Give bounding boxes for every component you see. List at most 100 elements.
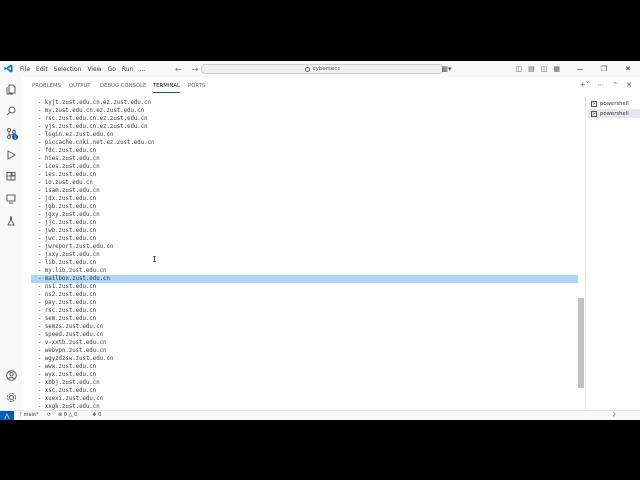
tab-problems[interactable]: PROBLEMS — [32, 83, 61, 89]
close-panel-icon[interactable]: ✕ — [626, 81, 632, 89]
terminal-line: - speed.zust.edu.cn — [38, 332, 104, 338]
back-arrow-icon[interactable]: ← — [175, 65, 182, 74]
run-debug-icon[interactable] — [5, 149, 17, 161]
terminal-line: - isam.zust.edu.cn — [38, 188, 100, 194]
toggle-secondary-sidebar-icon[interactable]: ◫ — [541, 65, 548, 73]
account-icon[interactable] — [5, 369, 17, 381]
toggle-panel-icon[interactable]: ▤ — [528, 65, 535, 73]
powershell-icon: > — [591, 100, 597, 107]
branch-icon: ᛉ — [19, 412, 23, 418]
terminal-line: - wgyzdzsw.zust.edu.cn — [38, 356, 114, 362]
testing-icon[interactable] — [5, 215, 17, 227]
terminal-line: - piccache.cnki.net.ez.zust.edu.cn — [38, 140, 155, 146]
forward-arrow-icon[interactable]: → — [192, 65, 199, 74]
vscode-window: File Edit Selection View Go Run … ← → cybersec… — [0, 61, 640, 420]
error-icon: ⊗ — [58, 412, 63, 418]
activity-bar: 1 — [0, 77, 23, 410]
branch-name: main* — [23, 412, 39, 418]
terminal-line: - ns1.zust.edu.cn — [38, 284, 97, 290]
terminal-line: - login.ez.zust.edu.cn — [38, 132, 114, 138]
extensions-icon[interactable] — [5, 171, 17, 183]
terminal-line: - mailbox.zust.edu.cn — [31, 275, 578, 283]
terminal-line: - lib.zust.edu.cn — [38, 260, 97, 266]
panel-tab-bar: PROBLEMS OUTPUT DEBUG CONSOLE TERMINAL P… — [22, 77, 640, 97]
terminal-line: - sem.zust.edu.cn — [38, 316, 97, 322]
terminal-line: - xuexi.zust.edu.cn — [38, 396, 104, 402]
more-actions-icon[interactable]: ⋯ — [597, 81, 604, 89]
terminal-line: - pay.zust.edu.cn — [38, 300, 97, 306]
terminal-scrollbar-thumb[interactable] — [578, 298, 584, 388]
menu-item[interactable]: … — [139, 66, 145, 73]
terminal-line: - semzs.zust.edu.cn — [38, 324, 104, 330]
menu-item[interactable]: View — [87, 66, 101, 73]
terminal-line: - kyjt.zust.edu.cn.ez.zust.edu.cn — [38, 100, 151, 106]
terminal-line: - rsc.zust.edu.cn — [38, 308, 97, 314]
new-terminal-icon[interactable]: +˅ — [580, 81, 589, 89]
menu-item[interactable]: File — [20, 66, 30, 73]
terminal-line: - jdx.zust.edu.cn — [38, 196, 97, 202]
manage-gear-icon[interactable] — [5, 391, 17, 403]
source-control-icon[interactable]: 1 — [5, 127, 18, 140]
terminal-line: - v-xxtb.zust.edu.cn — [38, 340, 107, 346]
terminal-item[interactable]: > powershell — [588, 109, 640, 118]
terminal-item[interactable]: > powershell — [588, 99, 640, 108]
minimize-button[interactable]: — — [568, 65, 592, 73]
problems-indicator[interactable]: ⊗ 0 △ 0 — [58, 412, 77, 418]
sync-icon[interactable]: ⟳ — [47, 412, 51, 418]
terminal-line: - xxgk.zust.edu.cn — [38, 404, 100, 410]
menu-item[interactable]: Selection — [54, 66, 82, 73]
ports-indicator[interactable]: ❖ 0 — [92, 412, 101, 418]
maximize-button[interactable]: ❐ — [592, 65, 616, 73]
terminal-line: - wyx.zust.edu.cn — [38, 372, 97, 378]
terminal-line: - rsc.zust.edu.cn.ez.zust.edu.cn — [38, 116, 148, 122]
terminal-line: - jxxy.zust.edu.cn — [38, 252, 100, 258]
search-view-icon[interactable] — [5, 105, 17, 117]
customize-layout-icon[interactable]: ▦ — [553, 65, 560, 73]
terminal-item-label: powershell — [600, 100, 629, 107]
terminal-line: - yjs.zust.edu.cn.ez.zust.edu.cn — [38, 124, 148, 130]
powershell-icon: > — [591, 110, 597, 117]
warning-icon: △ — [68, 412, 73, 418]
tab-debug-console[interactable]: DEBUG CONSOLE — [100, 83, 146, 89]
terminal-line: - fdc.zust.edu.cn — [38, 148, 97, 154]
tab-output[interactable]: OUTPUT — [69, 83, 91, 89]
terminal-line: - jwb.zust.edu.cn — [38, 228, 97, 234]
menu-item[interactable]: Go — [108, 66, 116, 73]
text-cursor-icon: I — [152, 255, 157, 264]
terminal-line: - hies.zust.edu.cn — [38, 156, 100, 162]
toggle-sidebar-icon[interactable]: ◫ — [516, 65, 523, 73]
tab-terminal[interactable]: TERMINAL — [153, 83, 180, 93]
terminal-line: - xsc.zust.edu.cn — [38, 388, 97, 394]
explorer-icon[interactable] — [5, 83, 17, 95]
terminal-line: - jwreport.zust.edu.cn — [38, 244, 114, 250]
command-center-search[interactable]: cybersecc — [201, 64, 444, 74]
menu-item[interactable]: Run — [122, 66, 134, 73]
terminal-line: - jgb.zust.edu.cn — [38, 204, 97, 210]
terminal-line: - www.zust.edu.cn — [38, 364, 97, 370]
terminal-output[interactable]: - kyjt.zust.edu.cn.ez.zust.edu.cn - my.zu… — [22, 97, 578, 410]
remote-explorer-icon[interactable] — [5, 193, 17, 205]
copilot-icon[interactable]: ▩▾ — [441, 65, 451, 73]
error-count: 0 — [63, 412, 67, 418]
terminal-line: - my.lib.zust.edu.cn — [38, 268, 107, 274]
status-bar: ⋀ ᛉ main* ⟳ ⊗ 0 △ 0 ❖ 0 ⚳ — [0, 410, 640, 420]
title-right-controls: ▩▾ ◫ ▤ ◫ ▦ — ❐ ✕ — [435, 61, 640, 77]
terminal-line: - ies.zust.edu.cn — [38, 172, 97, 178]
terminal-line: - jwc.zust.edu.cn — [38, 236, 97, 242]
branch-indicator[interactable]: ᛉ main* — [19, 412, 39, 418]
terminal-line: - webvpn.zust.edu.cn — [38, 348, 107, 354]
remote-indicator-icon[interactable]: ⋀ — [0, 411, 14, 420]
source-control-badge: 1 — [12, 134, 18, 140]
terminal-line: - my.zust.edu.cn.ez.zust.edu.cn — [38, 108, 145, 114]
warning-count: 0 — [74, 412, 78, 418]
vscode-logo-icon — [4, 64, 13, 73]
close-button[interactable]: ✕ — [616, 65, 640, 73]
tab-ports[interactable]: PORTS — [188, 83, 205, 89]
menu-item[interactable]: Edit — [36, 66, 48, 73]
search-icon — [304, 66, 310, 72]
maximize-panel-icon[interactable]: ⌃ — [612, 81, 618, 89]
menu-bar: File Edit Selection View Go Run … — [20, 61, 151, 77]
terminal-line: - xbbj.zust.edu.cn — [38, 380, 100, 386]
notifications-bell-icon[interactable]: ⚳ — [612, 412, 616, 418]
terminal-line: - ices.zust.edu.cn — [38, 164, 100, 170]
